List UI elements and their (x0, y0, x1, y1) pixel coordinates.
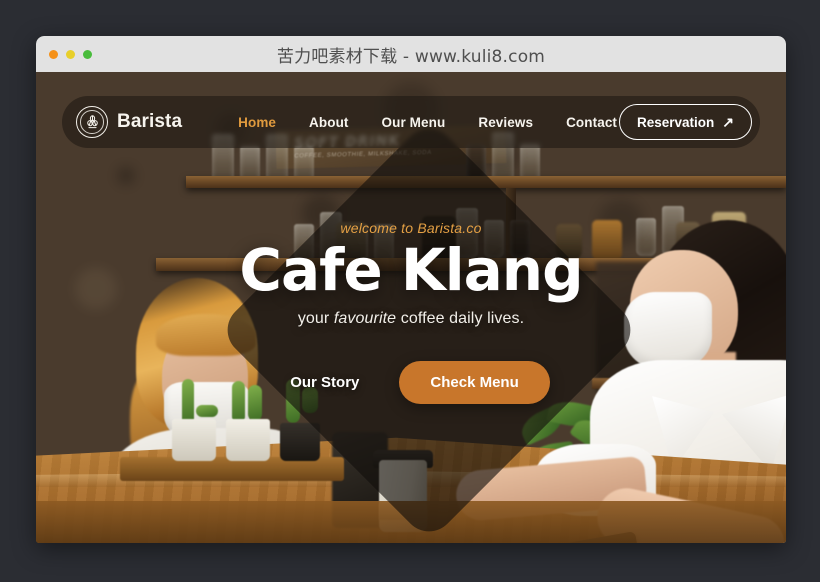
upper-shelf (186, 176, 786, 188)
arrow-up-right-icon: ↗ (722, 114, 734, 130)
nav-item-contact[interactable]: Contact (566, 115, 617, 130)
check-menu-button[interactable]: Check Menu (399, 360, 550, 404)
hero-title: Cafe Klang (239, 236, 583, 304)
maximize-button[interactable] (83, 49, 92, 59)
chalkboard-subtitle: COFFEE, SMOOTHIE, MILKSHAKE, SODA (293, 149, 433, 160)
page-viewport: SOFT DRINK COFFEE, SMOOTHIE, MILKSHAKE, … (36, 72, 786, 543)
our-story-button[interactable]: Our Story (272, 362, 377, 403)
reservation-button-label: Reservation (636, 114, 715, 130)
hero-actions: Our Story Check Menu (36, 360, 786, 404)
nav-item-about[interactable]: About (309, 115, 348, 130)
counter-front-panel (36, 501, 786, 543)
plant-pot (172, 419, 216, 461)
hero-subtitle: your favourite coffee daily lives. (36, 310, 786, 328)
desktop-backdrop: 苦力吧素材下载 - www.kuli8.com SOFT DRINK COFFE… (0, 0, 820, 582)
nav-item-reviews[interactable]: Reviews (478, 115, 533, 130)
reservation-button[interactable]: Reservation ↗ (618, 104, 752, 140)
brand-name: Barista (117, 111, 183, 132)
hero-subtitle-before: your (297, 309, 334, 327)
coffee-bean-badge-icon (76, 106, 108, 138)
plant-pot (280, 423, 320, 461)
nav-item-our-menu[interactable]: Our Menu (382, 115, 446, 130)
hero-eyebrow: welcome to Barista.co (340, 220, 482, 236)
browser-window: 苦力吧素材下载 - www.kuli8.com SOFT DRINK COFFE… (36, 36, 786, 543)
nav-item-home[interactable]: Home (238, 115, 276, 130)
plant-pot (226, 419, 270, 461)
window-controls (49, 49, 92, 59)
close-button[interactable] (49, 49, 58, 59)
site-navbar: Barista Home About Our Menu Reviews Cont… (62, 96, 760, 148)
window-title: 苦力吧素材下载 - www.kuli8.com (276, 46, 546, 67)
hero-section: welcome to Barista.co Cafe Klang your fa… (36, 220, 786, 404)
hero-subtitle-emphasis: favourite (333, 309, 397, 327)
cactus (196, 405, 218, 417)
window-titlebar: 苦力吧素材下载 - www.kuli8.com (36, 36, 786, 72)
hero-subtitle-after: coffee daily lives. (396, 309, 525, 327)
nav-links: Home About Our Menu Reviews Contact (238, 115, 617, 130)
brand-logo[interactable]: Barista (76, 106, 182, 138)
minimize-button[interactable] (66, 49, 75, 59)
